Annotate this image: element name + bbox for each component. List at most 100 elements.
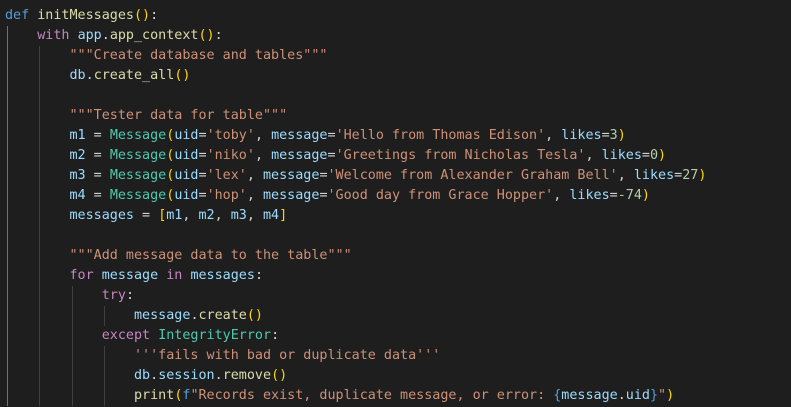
code-token: message [561, 388, 618, 403]
code-token: = [327, 128, 336, 143]
code-editor[interactable]: def initMessages(): with app.app_context(… [0, 0, 791, 407]
code-token: in [166, 268, 183, 283]
code-token: = [319, 188, 328, 203]
code-token: : [254, 268, 263, 283]
code-line[interactable]: with app.app_context(): [37, 26, 222, 46]
code-line[interactable]: m3 = Message(uid='lex', message='Welcome… [70, 166, 707, 186]
code-token: message [263, 188, 320, 203]
code-line[interactable]: db.session.remove() [134, 366, 287, 386]
code-token: ) [666, 388, 675, 403]
indent-guide [103, 306, 105, 326]
code-line[interactable]: """Create database and tables""" [70, 46, 328, 66]
code-token: } [649, 388, 659, 403]
code-token: , [545, 128, 562, 143]
code-token: , [246, 188, 263, 203]
code-token: create_all [93, 68, 175, 83]
code-line[interactable]: message.create() [134, 306, 263, 326]
code-token: 'hop' [206, 188, 247, 203]
code-line[interactable]: m2 = Message(uid='niko', message='Greeti… [70, 146, 667, 166]
code-token: , [182, 208, 199, 223]
indent-guide [103, 346, 105, 406]
code-token: uid [174, 168, 199, 183]
code-token: app [77, 28, 102, 43]
code-token: " [658, 388, 667, 403]
indent-guide [71, 286, 73, 406]
code-line[interactable]: m4 = Message(uid='hop', message='Good da… [70, 186, 650, 206]
code-token: Message [109, 188, 167, 203]
code-token: () [198, 28, 215, 43]
code-token: initMessages [37, 8, 134, 23]
code-token: with [37, 28, 70, 43]
code-token: = [85, 148, 110, 163]
code-line[interactable]: """Add message data to the table""" [70, 246, 352, 266]
code-token: uid [174, 148, 199, 163]
code-token: likes [633, 168, 675, 183]
code-token: 'Hello from Thomas Edison' [335, 128, 546, 143]
code-token: 0 [649, 148, 659, 163]
code-token: . [101, 28, 110, 43]
code-token: , [553, 188, 570, 203]
code-token: app_context [109, 28, 199, 43]
code-line[interactable]: print(f"Records exist, duplicate message… [134, 386, 674, 406]
code-token: message [271, 128, 328, 143]
code-token: : [271, 328, 280, 343]
code-line[interactable]: except IntegrityError: [102, 326, 279, 346]
code-token: = [85, 188, 110, 203]
code-token: 3 [609, 128, 618, 143]
code-line[interactable]: try: [102, 286, 134, 306]
indent-guide [39, 46, 41, 406]
code-token: uid [174, 188, 199, 203]
code-token: except [101, 328, 151, 343]
code-token: : [150, 8, 159, 23]
code-line[interactable]: messages = [m1, m2, m3, m4] [70, 206, 288, 226]
code-token: , [254, 128, 272, 143]
code-token: likes [569, 188, 610, 203]
code-token: , [254, 148, 272, 163]
code-token: ) [698, 168, 707, 183]
code-token: 'lex' [206, 168, 247, 183]
code-token: = [198, 128, 207, 143]
code-token: messages [69, 208, 135, 223]
code-token: 'niko' [206, 148, 255, 163]
code-token: : [125, 288, 134, 303]
code-token: = [85, 168, 110, 183]
code-token: . [85, 68, 94, 83]
code-token: messages [190, 268, 255, 283]
code-line[interactable]: """Tester data for table""" [70, 106, 288, 126]
code-token: try [101, 288, 126, 303]
code-token: Message [109, 148, 167, 163]
code-token: m1 [69, 128, 86, 143]
code-token: , [214, 208, 231, 223]
code-token: m2 [198, 208, 215, 223]
code-token: m3 [69, 168, 86, 183]
code-token: 'Greetings from Nicholas Tesla' [335, 148, 586, 163]
code-token: ) [617, 128, 626, 143]
code-token: """Create database and tables""" [69, 48, 328, 63]
code-token: () [271, 368, 288, 383]
code-line[interactable]: '''fails with bad or duplicate data''' [134, 346, 440, 366]
code-token: ) [641, 188, 650, 203]
code-token: ] [279, 208, 288, 223]
code-token: . [617, 388, 626, 403]
code-token: = [198, 148, 207, 163]
code-token: create [198, 308, 247, 323]
code-token: , [246, 168, 263, 183]
code-token: likes [601, 148, 642, 163]
code-token: . [150, 368, 159, 383]
code-line[interactable]: def initMessages(): [5, 6, 158, 26]
code-token: = [85, 128, 110, 143]
indent-guide [7, 26, 8, 406]
code-token: , [617, 168, 634, 183]
code-line[interactable]: m1 = Message(uid='toby', message='Hello … [70, 126, 626, 146]
code-token: m2 [69, 148, 86, 163]
code-token: message [134, 308, 191, 323]
code-token: 'Good day from Grace Hopper' [327, 188, 554, 203]
code-line[interactable]: db.create_all() [70, 66, 191, 86]
code-token: for [69, 268, 94, 283]
code-line[interactable]: for message in messages: [70, 266, 264, 286]
code-token: () [246, 308, 263, 323]
code-token: 27 [682, 168, 699, 183]
code-token: = [641, 148, 650, 163]
code-token: 'Welcome from Alexander Graham Bell' [327, 168, 618, 183]
